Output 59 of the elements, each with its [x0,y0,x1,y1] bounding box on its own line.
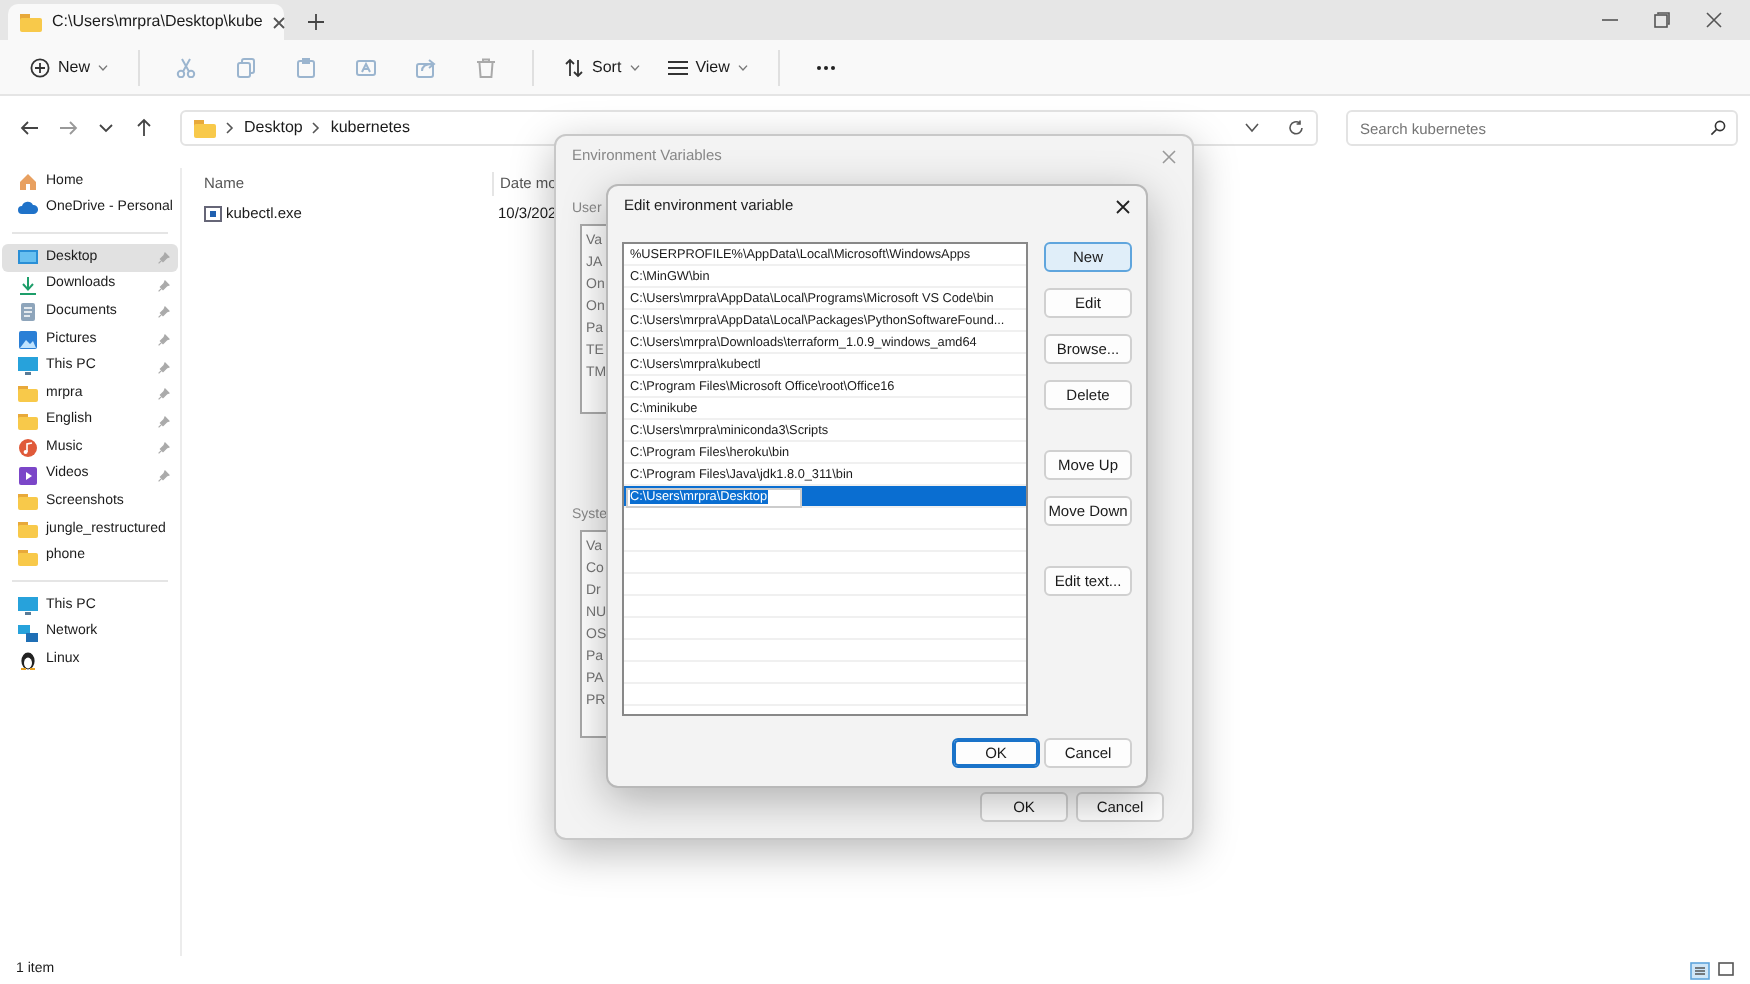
plus-icon[interactable] [308,14,324,30]
download-icon [18,275,38,296]
window-tab[interactable]: C:\Users\mrpra\Desktop\kube [8,4,284,40]
chevron-down-icon[interactable] [96,118,116,138]
pin-icon [158,333,170,346]
close-icon[interactable] [1116,199,1130,213]
clipboard-icon[interactable] [296,57,317,77]
caret-icon [737,63,748,71]
monitor-icon [18,596,38,617]
chevron-right-icon [226,122,234,134]
pin-icon [158,388,170,401]
details-view-icon[interactable] [1690,961,1710,979]
pin-icon [158,469,170,482]
application-icon [204,206,222,222]
breadcrumb[interactable]: Desktop [244,116,303,140]
pin-icon [158,415,170,428]
folder-icon [18,547,38,568]
folder-icon [18,383,38,404]
cloud-icon [18,198,38,219]
search-icon [1710,120,1726,136]
close-icon[interactable] [1706,12,1722,28]
chevron-right-icon [312,122,321,134]
up-arrow-icon[interactable] [134,118,154,138]
list-view-icon [667,57,688,77]
folder-icon [18,519,38,540]
desktop-icon [18,247,38,268]
monitor-icon [18,356,38,377]
chevron-down-icon[interactable] [1244,122,1260,134]
pin-icon [158,279,170,292]
caret-icon [629,63,640,71]
pin-icon [158,361,170,374]
picture-icon [18,329,38,350]
folder-icon [194,119,216,137]
plus-circle-icon [30,57,50,77]
folder-icon [20,13,42,31]
penguin-icon [18,650,38,671]
music-icon [18,438,38,459]
video-icon [18,465,38,486]
folder-icon [18,492,38,513]
maximize-icon[interactable] [1654,12,1670,28]
forward-arrow-icon[interactable] [58,118,78,138]
new-button[interactable]: New [20,49,119,85]
pin-icon [158,442,170,455]
tiles-view-icon[interactable] [1718,962,1734,978]
folder-icon [18,411,38,432]
back-arrow-icon[interactable] [20,118,40,138]
tab-title: C:\Users\mrpra\Desktop\kube [52,10,263,34]
sort-button[interactable]: Sort [554,49,650,85]
refresh-icon[interactable] [1288,120,1304,136]
view-button[interactable]: View [657,49,758,85]
sort-icon [564,57,585,77]
pin-icon [158,252,170,265]
pin-icon [158,306,170,319]
breadcrumb[interactable]: kubernetes [330,116,410,140]
caret-icon [98,63,109,71]
home-icon [18,171,38,192]
network-icon [18,623,38,644]
close-icon[interactable] [272,15,287,29]
document-icon [18,302,38,323]
